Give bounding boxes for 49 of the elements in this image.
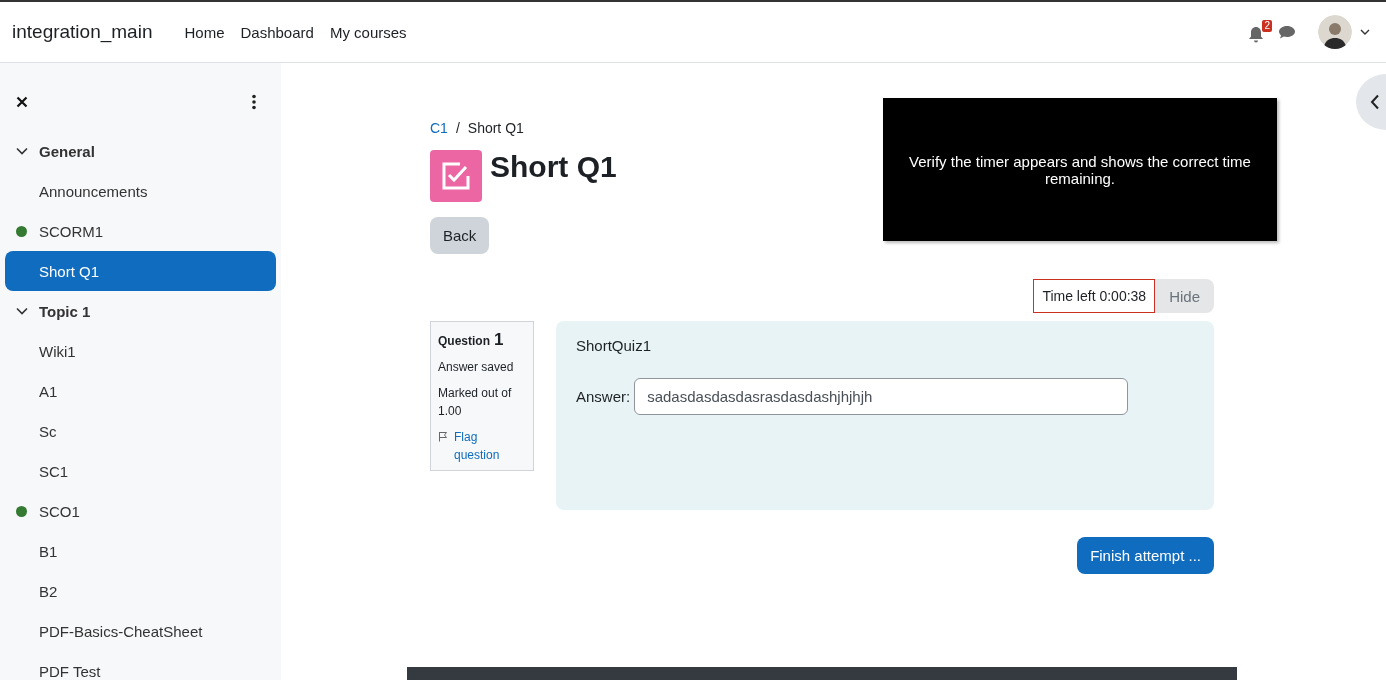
notification-count-badge: 2 [1262,20,1272,32]
course-index-item[interactable]: B1 [5,531,276,571]
answer-label: Answer: [576,388,631,405]
course-index-item[interactable]: Sc [5,411,276,451]
page-title: Short Q1 [490,150,617,184]
section-header[interactable]: General [5,131,276,171]
flag-question-link[interactable]: Flag question [454,428,526,464]
course-index-item[interactable]: PDF Test [5,651,276,680]
breadcrumb-current: Short Q1 [467,120,524,136]
question-text: ShortQuiz1 [576,337,653,354]
user-avatar[interactable] [1318,15,1352,49]
course-index-item[interactable]: Wiki1 [5,331,276,371]
timer: Time left 0:00:38 [1033,279,1156,313]
more-options-icon[interactable] [252,94,256,110]
back-button[interactable]: Back [430,217,490,254]
chevron-left-icon [1370,94,1380,110]
question-state: Answer saved [438,359,515,376]
caret-down-icon[interactable] [1360,29,1370,35]
close-icon[interactable] [16,96,28,108]
course-index-item[interactable]: B2 [5,571,276,611]
nav-link[interactable]: My courses [329,23,407,41]
breadcrumb-link[interactable]: C1 [430,120,448,136]
chevron-icon [16,147,28,155]
course-index-item[interactable]: Short Q1 [5,251,276,291]
bell-icon [1248,26,1264,44]
course-index-item[interactable]: Announcements [5,171,276,211]
nav-link[interactable]: Home [184,23,225,41]
course-index-item[interactable]: PDF-Basics-CheatSheet [5,611,276,651]
chat-bubble-icon [1278,24,1296,40]
section-header[interactable]: Topic 1 [5,291,276,331]
nav-link[interactable]: Dashboard [240,23,314,41]
instruction-text: Verify the timer appears and shows the correct time remaining. [908,152,1252,187]
course-index-item[interactable]: SCORM1 [5,211,276,251]
messages-button[interactable] [1278,24,1296,40]
chevron-icon [16,307,28,315]
question-number: 1 [494,330,504,349]
question-label: Question [438,334,490,348]
course-index-item[interactable]: SCO1 [5,491,276,531]
breadcrumb-separator: / [455,120,460,136]
course-index-item[interactable]: A1 [5,371,276,411]
finish-attempt-button[interactable]: Finish attempt ... [1077,537,1214,574]
question-marks: Marked out of 1.00 [438,385,513,420]
course-index-item[interactable]: SC1 [5,451,276,491]
flag-icon [438,431,448,442]
quiz-icon [430,150,482,202]
site-name[interactable]: integration_main [12,21,153,43]
hide-button[interactable]: Hide [1155,279,1214,313]
notifications-button[interactable]: 2 [1248,20,1272,44]
answer-field[interactable]: sadasdasdasdasrasdasdashjhjhjh [634,378,1129,415]
